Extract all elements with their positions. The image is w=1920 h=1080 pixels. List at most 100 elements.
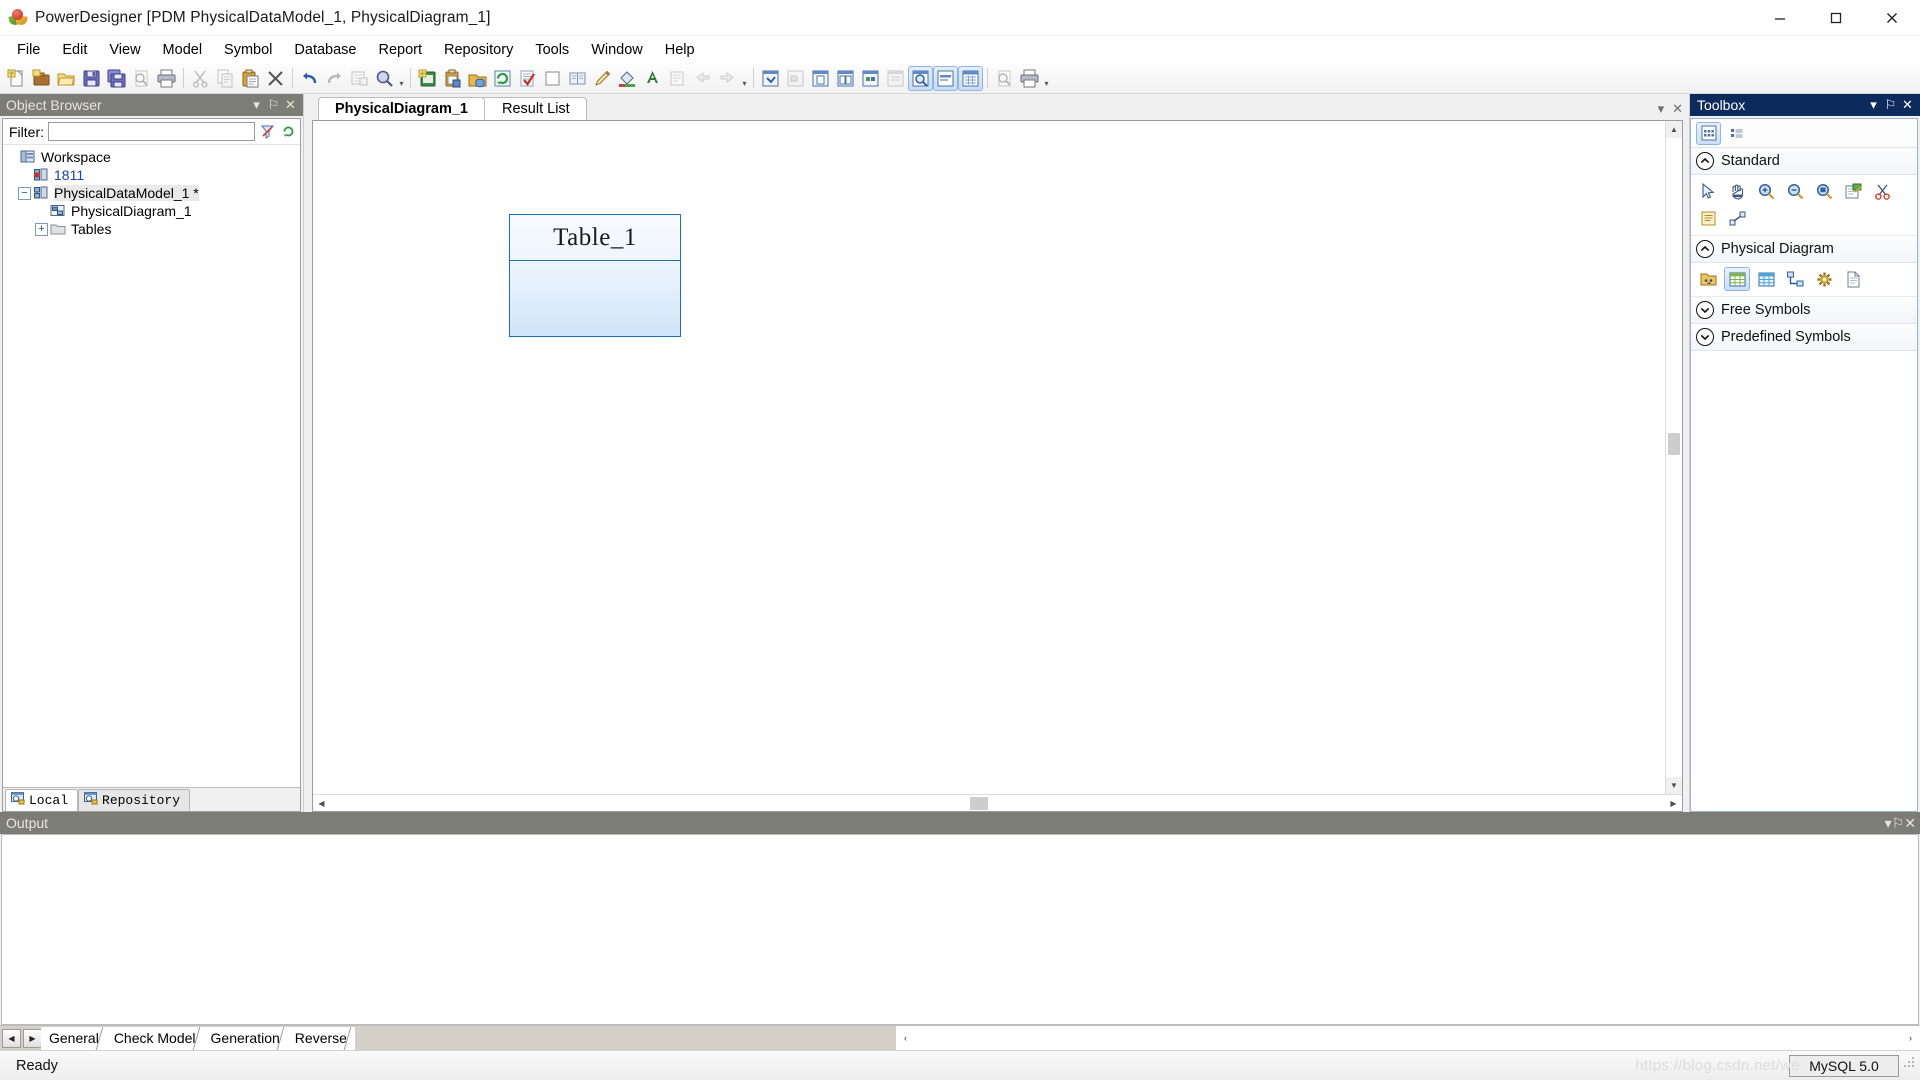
tree-collapse-toggle[interactable]: − [18,186,31,200]
tree-item-physicaldiagram-1[interactable]: PhysicalDiagram_1 [5,202,300,220]
scroll-right-icon[interactable]: › [1901,1033,1920,1043]
check-model-icon[interactable] [515,66,540,91]
font-color-icon[interactable] [640,66,665,91]
tab-result-list[interactable]: Result List [479,97,587,120]
dropdown-icon[interactable]: ▾ [1865,97,1882,113]
pin-icon[interactable]: ⚐ [265,97,282,113]
maximize-button[interactable] [1808,0,1864,36]
copy-icon[interactable] [213,66,238,91]
delete-icon[interactable] [263,66,288,91]
browser-tab-local[interactable]: Local [5,789,79,811]
new-model-icon[interactable] [415,66,440,91]
tree-expand-toggle[interactable]: + [35,222,48,236]
pin-icon[interactable]: ⚐ [1892,815,1905,832]
grid-view-icon[interactable] [958,65,983,91]
dropdown-icon[interactable]: ▾ [248,97,265,113]
output-tab-general[interactable]: General [41,1026,107,1050]
toolbar-overflow-icon[interactable]: ▾ [397,66,406,91]
redo-icon[interactable] [322,66,347,91]
canvas-vertical-scrollbar[interactable]: ▲ ▼ [1665,121,1682,794]
output-tab-check-model[interactable]: Check Model [105,1026,204,1050]
zoom-in-icon[interactable] [1753,179,1779,203]
link-icon[interactable] [1724,206,1750,230]
note-icon[interactable] [1695,206,1721,230]
tree-item-workspace[interactable]: Workspace [5,148,300,166]
menu-help[interactable]: Help [654,39,706,61]
menu-database[interactable]: Database [283,39,367,61]
grid-layout-icon[interactable] [1696,121,1721,145]
paste-icon[interactable] [238,66,263,91]
diagram-canvas[interactable]: Table_1 [313,121,1665,794]
display-preferences-icon[interactable] [758,66,783,91]
scroll-up-icon[interactable]: ▲ [1666,121,1682,138]
vertical-scroll-track[interactable] [1666,138,1682,777]
scroll-left-icon[interactable]: ◀ [313,799,330,808]
tab-prev-icon[interactable]: ◀ [2,1028,21,1048]
pin-icon[interactable]: ⚐ [1882,97,1899,113]
horizontal-scroll-track[interactable] [330,795,1665,812]
vertical-scroll-thumb[interactable] [1668,433,1680,455]
toolbox-group-physical-diagram[interactable]: Physical Diagram [1691,236,1917,263]
minimize-button[interactable] [1752,0,1808,36]
menu-edit[interactable]: Edit [51,39,98,61]
undo-icon[interactable] [297,66,322,91]
tab-physicaldiagram-1[interactable]: PhysicalDiagram_1 [318,97,485,120]
model-properties-icon[interactable] [440,66,465,91]
toolbar-overflow-2-icon[interactable]: ▾ [740,66,749,91]
tab-close-icon[interactable]: ✕ [1672,101,1683,117]
menu-file[interactable]: File [6,39,51,61]
zoom-out-icon[interactable] [1782,179,1808,203]
next-icon[interactable] [715,66,740,91]
print-2-icon[interactable] [1017,66,1042,91]
dbms-indicator[interactable]: MySQL 5.0 [1789,1054,1899,1077]
menu-model[interactable]: Model [152,39,214,61]
toolbar-overflow-3-icon[interactable]: ▾ [1042,66,1051,91]
close-icon[interactable]: ✕ [1904,815,1916,832]
browser-tab-repository[interactable]: Repository [78,789,191,811]
zoom-area-icon[interactable] [1811,179,1837,203]
tree-item-physicaldatamodel-1[interactable]: − PhysicalDataModel_1 * [5,184,300,202]
page-view-icon[interactable] [808,66,833,91]
close-icon[interactable]: ✕ [282,97,299,113]
tab-next-icon[interactable]: ▶ [23,1028,42,1048]
cut-icon[interactable] [188,66,213,91]
menu-symbol[interactable]: Symbol [213,39,283,61]
print-preview-icon[interactable] [129,66,154,91]
procedure-icon[interactable] [1811,267,1837,291]
save-all-icon[interactable] [104,66,129,91]
package-icon[interactable] [1695,267,1721,291]
scroll-left-icon[interactable]: ‹ [896,1033,915,1043]
properties-icon[interactable] [347,66,372,91]
delete-scissors-icon[interactable] [1869,179,1895,203]
previous-icon[interactable] [690,66,715,91]
compare-models-icon[interactable] [565,66,590,91]
table-icon[interactable] [1724,267,1750,291]
new-diagram-icon[interactable] [540,66,565,91]
tab-dropdown-icon[interactable]: ▾ [1658,101,1665,117]
file-icon[interactable] [1840,267,1866,291]
symbol-format-icon[interactable] [783,66,808,91]
close-button[interactable] [1864,0,1920,36]
update-model-icon[interactable] [490,66,515,91]
zoom-view-icon[interactable] [908,65,933,91]
chevron-up-icon[interactable] [1696,240,1714,258]
find-icon[interactable] [372,66,397,91]
open-folder-icon[interactable] [54,66,79,91]
model-options-icon[interactable] [858,66,883,91]
chevron-up-icon[interactable] [1696,152,1714,170]
table-symbol-table-1[interactable]: Table_1 [509,214,681,337]
toolbox-group-free-symbols[interactable]: Free Symbols [1691,297,1917,324]
output-tab-reverse[interactable]: Reverse [286,1026,355,1050]
toolbox-group-predefined-symbols[interactable]: Predefined Symbols [1691,324,1917,351]
print-icon[interactable] [154,66,179,91]
menu-window[interactable]: Window [580,39,654,61]
scroll-right-icon[interactable]: ▶ [1665,799,1682,808]
tree-item-tables[interactable]: + Tables [5,220,300,238]
list-layout-icon[interactable] [1724,122,1749,145]
menu-report[interactable]: Report [367,39,433,61]
fill-color-icon[interactable] [615,66,640,91]
horizontal-scroll-thumb[interactable] [970,796,988,810]
filter-input[interactable] [48,122,255,141]
pen-icon[interactable] [590,66,615,91]
toolbox-group-standard[interactable]: Standard [1691,148,1917,175]
